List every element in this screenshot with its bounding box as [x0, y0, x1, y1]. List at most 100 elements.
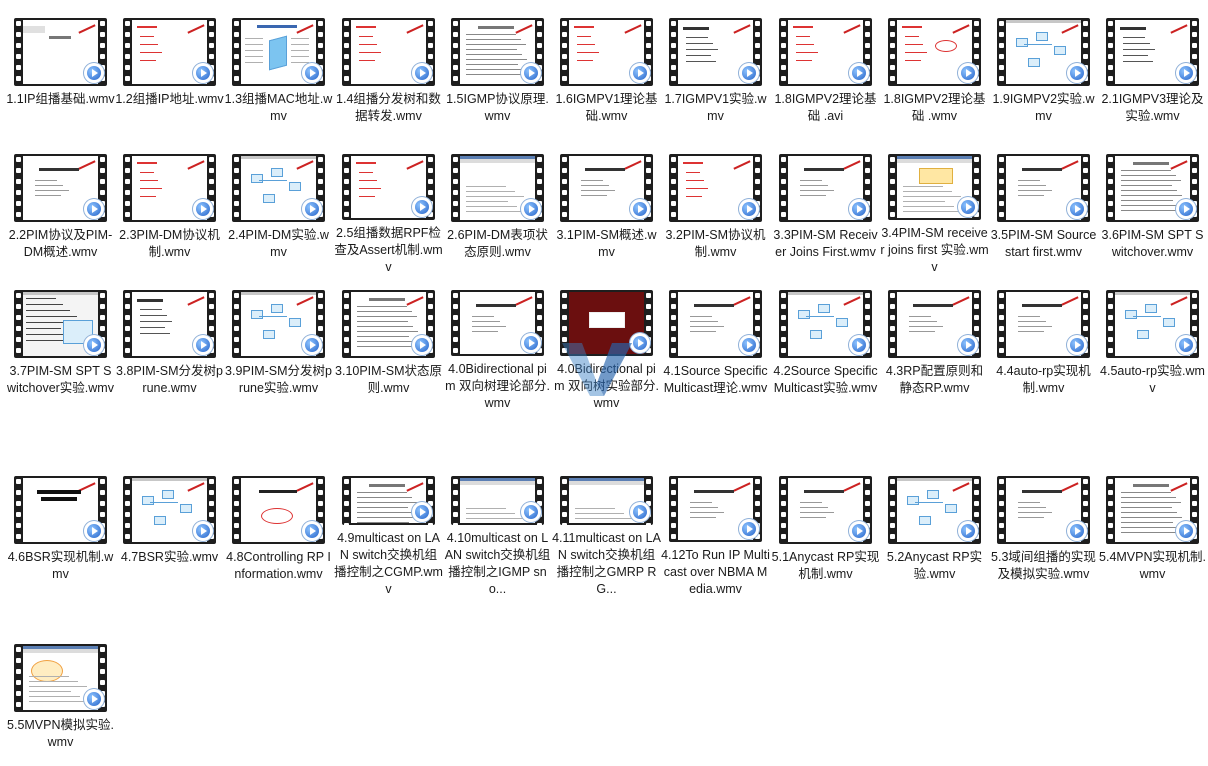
video-thumbnail[interactable] — [997, 18, 1090, 86]
file-item[interactable]: 2.4PIM-DM实验.wmv — [224, 141, 333, 276]
video-thumbnail[interactable] — [14, 644, 107, 712]
video-file-icon — [302, 335, 322, 355]
video-thumbnail[interactable] — [997, 476, 1090, 544]
file-item[interactable]: 1.4组播分发树和数据转发.wmv — [334, 5, 443, 140]
video-thumbnail[interactable] — [451, 18, 544, 86]
video-thumbnail[interactable] — [1106, 476, 1199, 544]
file-item[interactable]: 1.5IGMP协议原理.wmv — [443, 5, 552, 140]
file-item[interactable]: 5.5MVPN模拟实验.wmv — [6, 631, 115, 766]
video-thumbnail[interactable] — [451, 476, 544, 525]
file-item[interactable]: 4.12To Run IP Multicast over NBMA Media.… — [661, 463, 770, 598]
file-item[interactable]: 1.1IP组播基础.wmv — [6, 5, 115, 140]
video-thumbnail[interactable] — [560, 476, 653, 525]
video-thumbnail[interactable] — [888, 290, 981, 358]
video-thumbnail[interactable] — [1106, 290, 1199, 358]
file-item[interactable]: 4.3RP配置原则和静态RP.wmv — [880, 277, 989, 412]
film-perforation — [451, 290, 460, 356]
video-thumbnail[interactable] — [888, 476, 981, 544]
file-item[interactable]: 2.6PIM-DM表项状态原则.wmv — [443, 141, 552, 276]
video-thumbnail[interactable] — [232, 154, 325, 222]
file-name: 3.4PIM-SM receiver joins first 实验.wmv — [880, 226, 989, 274]
video-thumbnail[interactable] — [560, 18, 653, 86]
file-item[interactable]: 3.6PIM-SM SPT Switchover.wmv — [1098, 141, 1207, 276]
video-thumbnail[interactable] — [669, 18, 762, 86]
file-item[interactable]: 4.11multicast on LAN switch交换机组播控制之GMRP … — [552, 463, 661, 598]
file-item[interactable]: 2.2PIM协议及PIM-DM概述.wmv — [6, 141, 115, 276]
video-thumbnail[interactable] — [1106, 18, 1199, 86]
file-item[interactable]: 3.4PIM-SM receiver joins first 实验.wmv — [880, 141, 989, 276]
file-item[interactable]: 3.3PIM-SM Receiver Joins First.wmv — [771, 141, 880, 276]
file-item[interactable]: 5.4MVPN实现机制.wmv — [1098, 463, 1207, 598]
file-item[interactable]: 1.2组播IP地址.wmv — [115, 5, 224, 140]
file-item[interactable]: 1.8IGMPV2理论基础 .avi — [771, 5, 880, 140]
video-thumbnail[interactable] — [560, 154, 653, 222]
file-item[interactable]: 3.9PIM-SM分发树prune实验.wmv — [224, 277, 333, 412]
file-item[interactable]: 3.7PIM-SM SPT Switchover实验.wmv — [6, 277, 115, 412]
video-thumbnail[interactable] — [669, 290, 762, 358]
file-item[interactable]: 4.0Bidirectional pim 双向树理论部分.wmv — [443, 277, 552, 412]
film-perforation — [997, 290, 1006, 358]
file-item[interactable]: 1.3组播MAC地址.wmv — [224, 5, 333, 140]
file-item[interactable]: 1.7IGMPV1实验.wmv — [661, 5, 770, 140]
file-item[interactable]: 5.3域间组播的实现及模拟实验.wmv — [989, 463, 1098, 598]
file-item[interactable]: 4.5auto-rp实验.wmv — [1098, 277, 1207, 412]
video-thumbnail[interactable] — [888, 18, 981, 86]
file-item[interactable]: 2.3PIM-DM协议机制.wmv — [115, 141, 224, 276]
video-file-icon — [958, 335, 978, 355]
file-item[interactable]: 5.2Anycast RP实验.wmv — [880, 463, 989, 598]
video-file-icon — [193, 335, 213, 355]
video-thumbnail[interactable] — [451, 290, 544, 356]
file-item[interactable]: 4.9multicast on LAN switch交换机组播控制之CGMP.w… — [334, 463, 443, 598]
file-item[interactable]: 1.6IGMPV1理论基础.wmv — [552, 5, 661, 140]
video-thumbnail[interactable] — [123, 154, 216, 222]
file-item[interactable]: 5.1Anycast RP实现机制.wmv — [771, 463, 880, 598]
video-thumbnail[interactable] — [888, 154, 981, 220]
video-thumbnail[interactable] — [997, 290, 1090, 358]
video-thumbnail[interactable] — [14, 476, 107, 544]
video-thumbnail[interactable] — [342, 154, 435, 220]
video-thumbnail[interactable] — [779, 290, 872, 358]
video-thumbnail[interactable] — [342, 476, 435, 525]
video-thumbnail[interactable] — [232, 476, 325, 544]
film-perforation — [342, 476, 351, 525]
video-thumbnail[interactable] — [342, 290, 435, 358]
video-thumbnail[interactable] — [997, 154, 1090, 222]
file-item[interactable]: 3.2PIM-SM协议机制.wmv — [661, 141, 770, 276]
file-item[interactable]: 1.8IGMPV2理论基础 .wmv — [880, 5, 989, 140]
file-name: 3.10PIM-SM状态原则.wmv — [335, 364, 442, 395]
file-item[interactable]: 2.5组播数据RPF检查及Assert机制.wmv — [334, 141, 443, 276]
video-file-icon — [84, 63, 104, 83]
video-thumbnail[interactable] — [123, 290, 216, 358]
video-thumbnail[interactable] — [1106, 154, 1199, 222]
file-item[interactable]: 1.9IGMPV2实验.wmv — [989, 5, 1098, 140]
video-thumbnail[interactable] — [123, 18, 216, 86]
file-item[interactable]: 3.5PIM-SM Source start first.wmv — [989, 141, 1098, 276]
file-item[interactable]: 3.8PIM-SM分发树prune.wmv — [115, 277, 224, 412]
video-thumbnail[interactable] — [451, 154, 544, 222]
file-item[interactable]: 2.1IGMPV3理论及实验.wmv — [1098, 5, 1207, 140]
video-thumbnail[interactable] — [123, 476, 216, 544]
video-thumbnail[interactable] — [14, 290, 107, 358]
video-thumbnail[interactable] — [779, 18, 872, 86]
file-item[interactable]: 4.7BSR实验.wmv — [115, 463, 224, 598]
video-thumbnail[interactable] — [232, 18, 325, 86]
file-item[interactable]: 4.4auto-rp实现机制.wmv — [989, 277, 1098, 412]
video-thumbnail[interactable] — [779, 154, 872, 222]
video-thumbnail[interactable] — [14, 18, 107, 86]
video-thumbnail[interactable] — [669, 154, 762, 222]
file-item[interactable]: 4.10multicast on LAN switch交换机组播控制之IGMP … — [443, 463, 552, 598]
file-item[interactable]: 4.8Controlling RP Information.wmv — [224, 463, 333, 598]
file-item[interactable]: 4.1Source Specific Multicast理论.wmv — [661, 277, 770, 412]
video-file-icon — [630, 199, 650, 219]
file-item[interactable]: 3.10PIM-SM状态原则.wmv — [334, 277, 443, 412]
video-thumbnail[interactable] — [342, 18, 435, 86]
video-thumbnail[interactable] — [14, 154, 107, 222]
file-item[interactable]: 4.0Bidirectional pim 双向树实验部分.wmv — [552, 277, 661, 412]
file-item[interactable]: 4.2Source Specific Multicast实验.wmv — [771, 277, 880, 412]
video-thumbnail[interactable] — [560, 290, 653, 356]
file-item[interactable]: 4.6BSR实现机制.wmv — [6, 463, 115, 598]
video-thumbnail[interactable] — [779, 476, 872, 544]
file-item[interactable]: 3.1PIM-SM概述.wmv — [552, 141, 661, 276]
video-thumbnail[interactable] — [669, 476, 762, 542]
video-thumbnail[interactable] — [232, 290, 325, 358]
